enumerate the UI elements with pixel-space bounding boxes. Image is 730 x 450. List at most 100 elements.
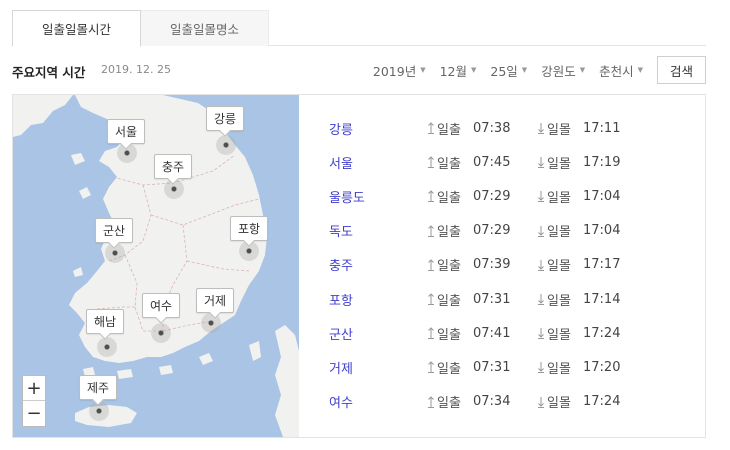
sunset-time: 17:11: [583, 120, 621, 136]
sunset-time: 17:04: [583, 188, 621, 204]
sunset-label: 일몰: [547, 122, 571, 138]
map-label-geoje[interactable]: 거제: [196, 288, 235, 313]
sunrise-time: 07:34: [473, 394, 511, 410]
sunrise-arrow-icon: [427, 156, 435, 169]
city-value: 춘천시: [599, 63, 634, 79]
map-label-chungju[interactable]: 충주: [154, 154, 193, 179]
chevron-down-icon: ▼: [637, 66, 643, 74]
month-value: 12월: [439, 63, 467, 79]
list-item: 독도 일출 07:29 일몰 17:04: [329, 214, 699, 248]
sunrise-label: 일출: [437, 122, 461, 138]
tab-sunrise-sunset-time[interactable]: 일출일몰시간: [12, 10, 141, 47]
chevron-down-icon: ▼: [471, 66, 477, 74]
map-label-pohang[interactable]: 포항: [230, 216, 269, 241]
city-link[interactable]: 독도: [329, 221, 353, 240]
map-landmass: [13, 95, 299, 437]
sunset-arrow-icon: [537, 293, 545, 306]
sunset-label: 일몰: [547, 190, 571, 206]
city-link[interactable]: 충주: [329, 255, 353, 274]
tab-bar: 일출일몰시간 일출일몰명소: [12, 10, 706, 47]
map-label-yeosu[interactable]: 여수: [142, 293, 181, 318]
sunrise-label: 일출: [437, 293, 461, 309]
sunrise-arrow-icon: [427, 327, 435, 340]
city-link[interactable]: 서울: [329, 153, 353, 172]
map-marker-gangneung[interactable]: [216, 135, 236, 155]
list-item: 서울 일출 07:45 일몰 17:19: [329, 145, 699, 179]
list-item: 강릉 일출 07:38 일몰 17:11: [329, 111, 699, 145]
map-marker-haenam[interactable]: [97, 337, 117, 357]
sunset-time: 17:17: [583, 257, 621, 273]
year-value: 2019년: [372, 63, 417, 79]
sunset-time: 17:19: [583, 154, 621, 170]
sunrise-time: 07:38: [473, 120, 511, 136]
city-link[interactable]: 여수: [329, 392, 353, 411]
map-label-jeju[interactable]: 제주: [79, 375, 118, 400]
sunset-arrow-icon: [537, 225, 545, 237]
sunset-time: 17:14: [583, 291, 621, 307]
month-select[interactable]: 12월 ▼: [440, 61, 477, 80]
sun-times-list: 강릉 일출 07:38 일몰 17:11 서울 일출 07:45 일몰 17:19 울릉도 일출 07:…: [329, 111, 699, 419]
city-link[interactable]: 군산: [329, 324, 353, 343]
day-select[interactable]: 25일 ▼: [490, 61, 527, 80]
section-title: 주요지역 시간: [12, 65, 86, 80]
province-select[interactable]: 강원도 ▼: [541, 61, 585, 80]
sunrise-label: 일출: [437, 327, 461, 343]
sunrise-label: 일출: [437, 156, 461, 172]
zoom-out-button[interactable]: −: [23, 401, 45, 426]
sunrise-time: 07:31: [473, 291, 511, 307]
city-link[interactable]: 포항: [329, 290, 353, 309]
zoom-in-button[interactable]: +: [23, 376, 45, 401]
sunset-arrow-icon: [537, 361, 545, 374]
chevron-down-icon: ▼: [521, 66, 528, 74]
map-label-gangneung[interactable]: 강릉: [206, 106, 245, 131]
list-item: 울릉도 일출 07:29 일몰 17:04: [329, 179, 699, 213]
map-zoom-control: + −: [22, 375, 46, 427]
list-item: 군산 일출 07:41 일몰 17:24: [329, 316, 699, 350]
sunrise-time: 07:45: [473, 154, 511, 170]
map-label-seoul[interactable]: 서울: [107, 119, 146, 144]
map-marker-yeosu[interactable]: [151, 323, 171, 343]
sunrise-time: 07:39: [473, 257, 511, 273]
sunrise-label: 일출: [437, 190, 461, 206]
sunset-arrow-icon: [537, 327, 545, 340]
map-label-haenam[interactable]: 해남: [86, 309, 125, 334]
map-label-gunsan[interactable]: 군산: [95, 218, 134, 243]
sunset-label: 일몰: [547, 259, 571, 275]
results-panel: 강릉 서울 충주 군산 포항 여수 거제 해남 제주 + − 강릉 일출 07:38…: [12, 94, 706, 438]
sunset-label: 일몰: [547, 396, 571, 412]
province-value: 강원도: [541, 63, 576, 79]
sunset-arrow-icon: [537, 259, 545, 271]
sunset-time: 17:20: [583, 359, 621, 375]
sunrise-arrow-icon: [427, 122, 435, 135]
sunrise-time: 07:29: [473, 223, 511, 239]
sunset-label: 일몰: [547, 293, 571, 309]
sunrise-time: 07:29: [473, 188, 511, 204]
sunset-time: 17:24: [583, 325, 621, 341]
tab-sunrise-sunset-spots[interactable]: 일출일몰명소: [141, 10, 269, 46]
sunrise-arrow-icon: [427, 224, 435, 237]
sunrise-label: 일출: [437, 361, 461, 377]
city-link[interactable]: 거제: [329, 358, 353, 377]
year-select[interactable]: 2019년 ▼: [373, 61, 426, 80]
sunrise-arrow-icon: [427, 190, 435, 203]
city-link[interactable]: 울릉도: [329, 187, 365, 206]
sunrise-arrow-icon: [427, 361, 435, 374]
city-select[interactable]: 춘천시 ▼: [599, 61, 643, 80]
filter-bar: 2019년 ▼ 12월 ▼ 25일 ▼ 강원도 ▼ 춘천시 ▼ 검색: [373, 56, 706, 84]
korea-map[interactable]: 강릉 서울 충주 군산 포항 여수 거제 해남 제주 + −: [13, 95, 299, 437]
sunset-label: 일몰: [547, 225, 571, 241]
sunrise-label: 일출: [437, 225, 461, 241]
list-item: 여수 일출 07:34 일몰 17:24: [329, 385, 699, 419]
sunrise-arrow-icon: [427, 293, 435, 306]
sunrise-time: 07:41: [473, 325, 511, 341]
section-date: 2019. 12. 25: [101, 63, 171, 76]
section-header: 주요지역 시간 2019. 12. 25 2019년 ▼ 12월 ▼ 25일 ▼ 강원…: [12, 56, 706, 84]
sunrise-time: 07:31: [473, 359, 511, 375]
chevron-down-icon: ▼: [420, 66, 426, 74]
sunset-time: 17:24: [583, 394, 621, 410]
city-link[interactable]: 강릉: [329, 119, 353, 138]
map-marker-geoje[interactable]: [201, 313, 221, 333]
search-button[interactable]: 검색: [657, 56, 706, 84]
sunrise-label: 일출: [437, 259, 461, 275]
sunset-arrow-icon: [537, 156, 545, 169]
